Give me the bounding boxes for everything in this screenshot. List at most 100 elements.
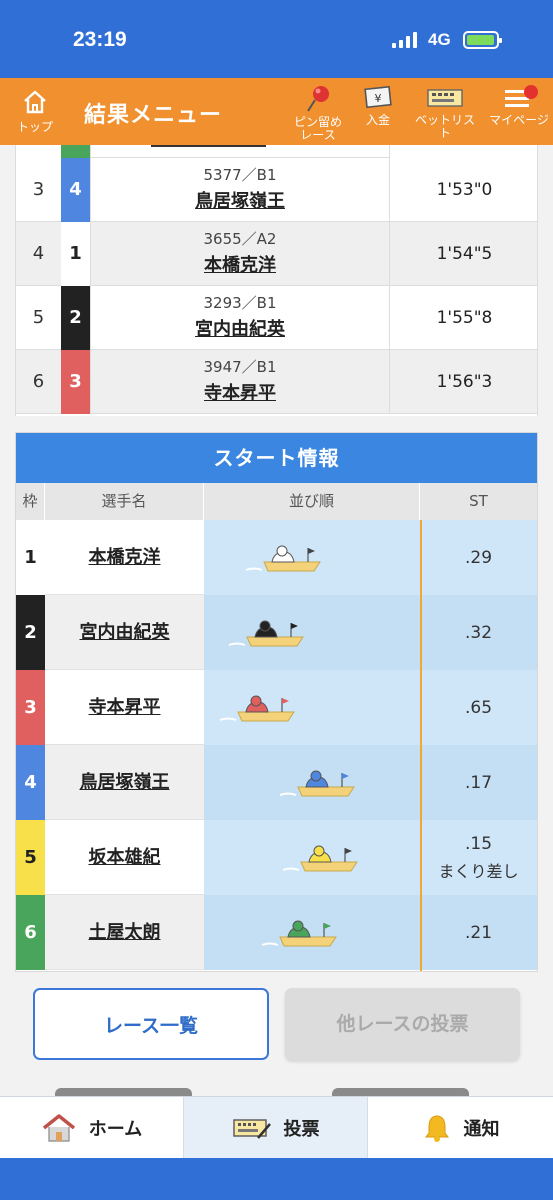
racer-name-link[interactable]: 寺本昇平 — [45, 670, 204, 745]
racer-name-link[interactable]: 鳥居塚嶺王 — [45, 745, 204, 820]
racer-name-link[interactable]: 宮内由紀英 — [45, 595, 204, 670]
waku-cell: 1 — [16, 520, 45, 595]
boat-icon — [279, 770, 355, 797]
deposit-label: 入金 — [365, 113, 390, 127]
nav-vote[interactable]: 投票 — [184, 1097, 368, 1159]
st-cell: .15 まくり差し — [420, 820, 537, 895]
pin-race-button[interactable]: ピン留め レース — [290, 84, 346, 142]
racer-cell: 3947／B1 寺本昇平 — [90, 350, 390, 414]
top-button[interactable]: トップ — [12, 88, 58, 135]
table-row: 6 3 3947／B1 寺本昇平 1'56"3 — [16, 350, 537, 414]
rank-cell: 4 — [32, 243, 45, 264]
result-table: 3 4 5377／B1 鳥居塚嶺王 1'53"0 4 1 3655／A2 本橋克… — [15, 145, 538, 416]
boat-icon — [219, 695, 295, 722]
boat-icon — [282, 845, 358, 872]
battery-icon — [463, 31, 502, 49]
table-row: 3 4 5377／B1 鳥居塚嶺王 1'53"0 — [16, 158, 537, 222]
table-row: 4 1 3655／A2 本橋克洋 1'54"5 — [16, 222, 537, 286]
racer-name-link[interactable]: 土屋太朗 — [45, 895, 204, 970]
deposit-icon: ¥ — [364, 85, 392, 109]
st-cell: .29 — [420, 520, 537, 595]
page-title: 結果メニュー — [84, 103, 223, 128]
signal-icon — [392, 32, 417, 48]
waku-cell: 4 — [16, 745, 45, 820]
svg-text:¥: ¥ — [375, 92, 382, 105]
mypage-label: マイページ — [489, 113, 549, 127]
st-cell: .21 — [420, 895, 537, 970]
racer-name-link[interactable]: 坂本雄紀 — [45, 820, 204, 895]
pin-race-label: ピン留め レース — [293, 115, 342, 142]
nav-home[interactable]: ホーム — [0, 1097, 184, 1159]
racer-name-link[interactable]: 鳥居塚嶺王 — [195, 187, 285, 213]
nav-notice-label: 通知 — [463, 1119, 500, 1140]
racer-name-link[interactable]: 本橋克洋 — [204, 251, 276, 277]
status-time: 23:19 — [73, 28, 127, 51]
racer-cell: 3293／B1 宮内由紀英 — [90, 286, 390, 350]
racer-cell: 5377／B1 鳥居塚嶺王 — [90, 158, 390, 222]
st-value: .32 — [464, 622, 493, 643]
racer-cell: 3655／A2 本橋克洋 — [90, 222, 390, 286]
st-value: .17 — [464, 772, 493, 793]
racer-name-link[interactable]: 本橋克洋 — [45, 520, 204, 595]
status-bar: 23:19 4G — [0, 0, 553, 78]
home-outline-icon — [24, 90, 46, 114]
waku-cell: 2 — [61, 286, 90, 350]
st-value: .15 — [464, 833, 493, 854]
pin-icon — [307, 86, 329, 112]
waku-cell: 3 — [61, 350, 90, 414]
start-row: 3 寺本昇平 .65 — [16, 670, 537, 745]
start-line — [420, 520, 422, 971]
nav-vote-label: 投票 — [283, 1119, 320, 1140]
top-label: トップ — [16, 120, 53, 134]
deposit-button[interactable]: ¥ 入金 — [356, 84, 400, 127]
start-row: 2 宮内由紀英 .32 — [16, 595, 537, 670]
start-info-panel: スタート情報 枠 選手名 並び順 ST 1 本橋克洋 .29 2 宮内由紀英 .… — [15, 432, 538, 972]
nav-home-label: ホーム — [88, 1119, 143, 1140]
race-time: 1'55"8 — [436, 308, 493, 328]
race-list-button[interactable]: レース一覧 — [33, 988, 269, 1060]
col-header-waku: 枠 — [16, 483, 45, 520]
waku-cell: 5 — [16, 820, 45, 895]
waku-cell: 6 — [16, 895, 45, 970]
waku-cell: 4 — [61, 158, 90, 222]
table-row: 5 2 3293／B1 宮内由紀英 1'55"8 — [16, 286, 537, 350]
start-row: 1 本橋克洋 .29 — [16, 520, 537, 595]
bet-list-button[interactable]: ベットリスト — [410, 84, 480, 140]
start-row: 5 坂本雄紀 .15 まくり差し — [16, 820, 537, 895]
bottom-bar — [0, 1158, 553, 1200]
bottom-nav: ホーム 投票 通知 — [0, 1096, 553, 1159]
st-value: .29 — [464, 547, 493, 568]
rank-cell: 6 — [32, 371, 45, 392]
start-row: 6 土屋太朗 .21 — [16, 895, 537, 970]
app-header: トップ 結果メニュー ピン留め レース ¥ 入金 ベットリスト マイページ — [0, 78, 553, 145]
waku-6-strip — [61, 145, 90, 158]
waku-cell: 2 — [16, 595, 45, 670]
start-info-title: スタート情報 — [16, 433, 537, 483]
col-header-name: 選手名 — [45, 483, 204, 520]
st-value: .65 — [464, 697, 493, 718]
waku-cell: 3 — [16, 670, 45, 745]
rank-cell: 3 — [32, 179, 45, 200]
boat-icon — [261, 920, 337, 947]
racer-reg: 5377／B1 — [203, 166, 277, 184]
name-underline-fragment — [151, 145, 266, 147]
bet-list-icon — [427, 89, 463, 107]
other-race-vote-button[interactable]: 他レースの投票 — [285, 988, 520, 1060]
nav-notice[interactable]: 通知 — [368, 1097, 553, 1159]
waku-cell: 1 — [61, 222, 90, 286]
menu-icon — [505, 85, 538, 107]
mypage-button[interactable]: マイページ — [488, 84, 550, 127]
racer-name-link[interactable]: 寺本昇平 — [204, 379, 276, 405]
race-time: 1'53"0 — [436, 180, 493, 200]
bet-list-label: ベットリスト — [414, 113, 475, 140]
racer-name-link[interactable]: 宮内由紀英 — [195, 315, 285, 341]
bell-icon — [424, 1115, 449, 1142]
network-type: 4G — [428, 30, 451, 49]
st-value: .21 — [464, 922, 493, 943]
st-cell: .65 — [420, 670, 537, 745]
racer-reg: 3293／B1 — [203, 294, 277, 312]
boat-icon — [228, 620, 304, 647]
race-time: 1'54"5 — [436, 244, 493, 264]
boat-icon — [245, 545, 321, 572]
rank-cell: 5 — [32, 307, 45, 328]
